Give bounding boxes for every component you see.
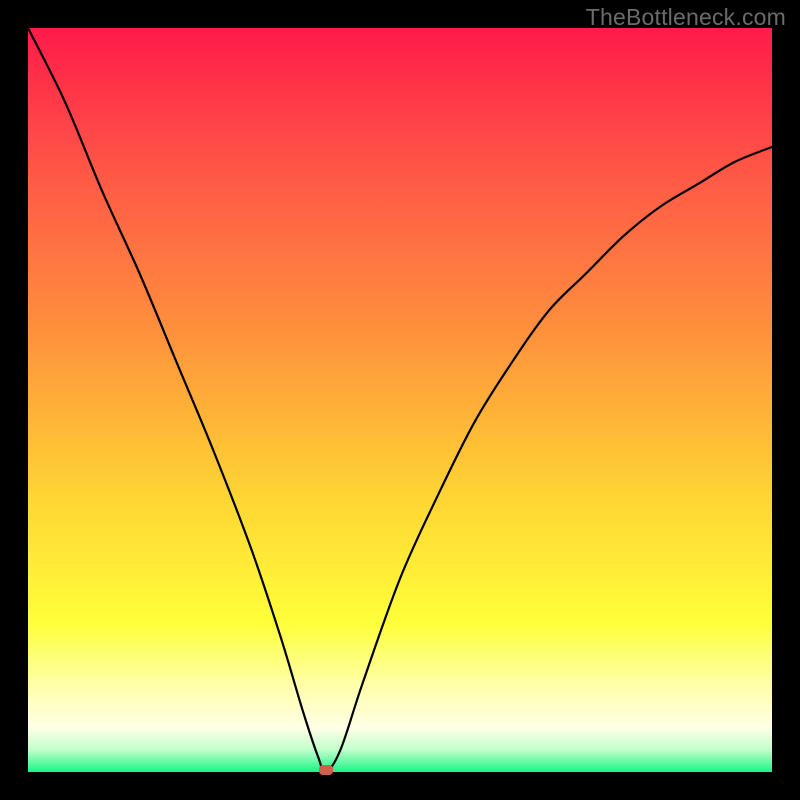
curve-svg: [28, 28, 772, 772]
bottleneck-curve: [28, 28, 772, 772]
chart-frame: TheBottleneck.com: [0, 0, 800, 800]
watermark-text: TheBottleneck.com: [586, 4, 786, 31]
plot-area: [28, 28, 772, 772]
minimum-marker: [319, 765, 333, 775]
